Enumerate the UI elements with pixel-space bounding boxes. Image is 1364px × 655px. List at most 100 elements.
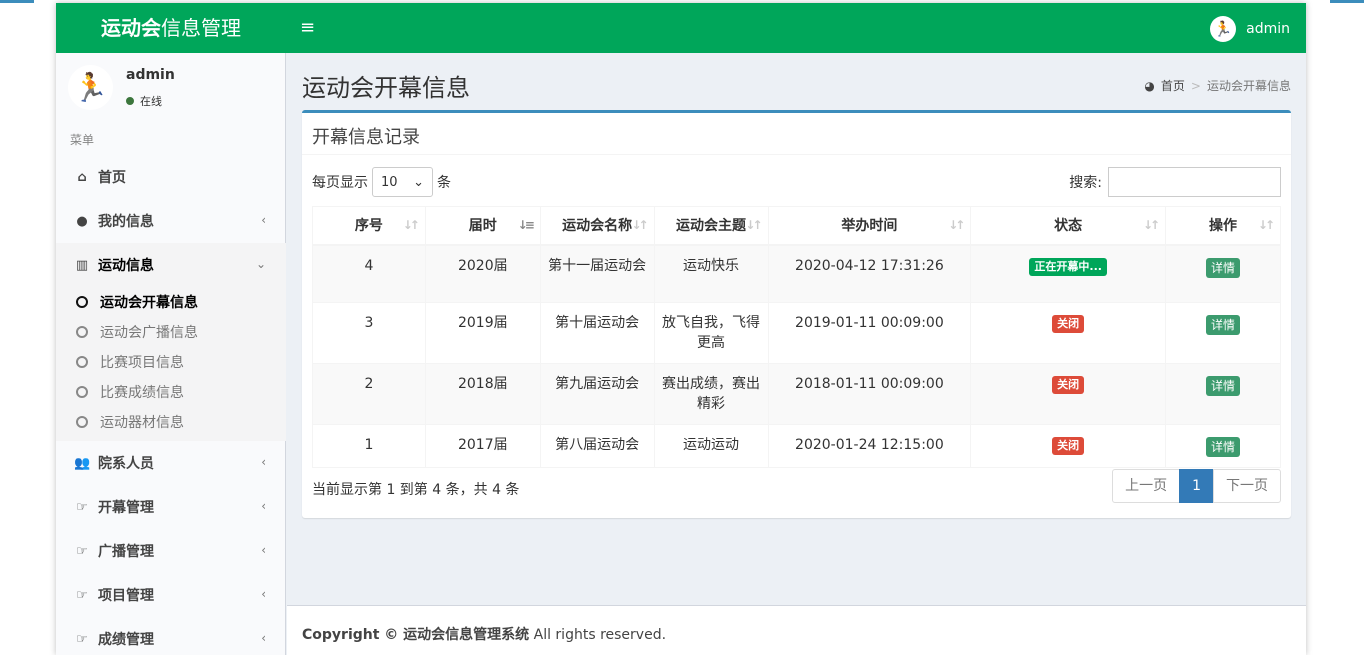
search-input[interactable] [1108,167,1281,197]
sidebar-item-event-management[interactable]: ☞ 项目管理 ‹ [56,573,286,617]
user-menu[interactable]: 🏃 admin [1210,16,1290,42]
submenu-item-event-info[interactable]: 比赛项目信息 [56,347,286,377]
chevron-down-icon: ⌄ [413,174,424,190]
next-page-button[interactable]: 下一页 [1213,469,1281,503]
sidebar-nav: ⌂ 首页 ● 我的信息 ‹ ▥ 运动信息 ⌄ 运动会开幕信息 运动会广播信息 比… [56,155,286,655]
sort-icon: ↓↑ [631,218,649,232]
breadcrumb: ◕ 首页 > 运动会开幕信息 [1144,77,1291,94]
page-length-select[interactable]: 10 ⌄ [372,167,433,197]
length-prefix: 每页显示 [312,175,368,191]
sidebar-item-department-staff[interactable]: 👥 院系人员 ‹ [56,441,286,485]
cell-time: 2019-01-11 00:09:00 [767,302,972,364]
column-header-theme[interactable]: 运动会主题 ↓↑ [653,206,769,246]
submenu-item-equipment-info[interactable]: 运动器材信息 [56,407,286,437]
cell-session: 2020届 [424,244,541,303]
cell-no: 3 [312,302,426,364]
column-header-no[interactable]: 序号 ↓↑ [312,206,426,246]
detail-button[interactable]: 详情 [1206,437,1241,457]
records-box: 开幕信息记录 每页显示 10 ⌄ 条 搜索: 序号 ↓↑ 届时 ↓≡ 运动会名称… [302,110,1291,518]
submenu-item-score-info[interactable]: 比赛成绩信息 [56,377,286,407]
sort-desc-icon: ↓≡ [517,218,535,232]
sort-icon: ↓↑ [745,218,762,232]
users-icon: 👥 [74,455,91,471]
cell-action: 详情 [1165,363,1281,425]
cell-name: 第十届运动会 [539,302,655,364]
chevron-left-icon: ‹ [261,587,266,601]
user-status-label: 在线 [140,95,162,108]
sort-icon: ↓↑ [402,218,420,232]
sidebar-item-opening-management[interactable]: ☞ 开幕管理 ‹ [56,485,286,529]
status-badge: 正在开幕中... [1029,257,1107,276]
chevron-down-icon: ⌄ [255,257,266,271]
cell-action: 详情 [1165,244,1281,303]
prev-page-button[interactable]: 上一页 [1112,469,1181,503]
detail-button[interactable]: 详情 [1206,376,1241,396]
search-control: 搜索: [1069,167,1281,197]
sidebar-item-label: 项目管理 [98,588,154,604]
sort-icon: ↓↑ [1257,218,1275,232]
hand-point-icon: ☞ [76,543,88,559]
header-username: admin [1246,21,1290,37]
top-accent-right [1330,0,1364,3]
table-row: 3 2019届 第十届运动会 放飞自我，飞得更高 2019-01-11 00:0… [312,302,1281,364]
chevron-left-icon: ‹ [261,499,266,513]
copyright-rest: All rights reserved. [529,627,667,643]
menu-header: 菜单 [70,133,95,147]
sort-icon: ↓↑ [948,218,965,232]
status-badge: 关闭 [1052,437,1085,455]
cell-theme: 运动快乐 [653,244,769,303]
content-area: 运动会开幕信息 ◕ 首页 > 运动会开幕信息 开幕信息记录 每页显示 10 ⌄ … [287,53,1306,605]
column-header-name[interactable]: 运动会名称 ↓↑ [539,206,655,246]
page-title: 运动会开幕信息 [302,74,470,102]
cell-theme: 运动运动 [653,424,769,468]
detail-button[interactable]: 详情 [1206,257,1241,278]
main-footer: Copyright © 运动会信息管理系统 All rights reserve… [287,605,1306,655]
bar-chart-icon: ▥ [75,257,89,273]
submenu-item-label: 比赛成绩信息 [100,385,184,401]
column-header-action[interactable]: 操作 ↓↑ [1165,206,1281,246]
records-table: 序号 ↓↑ 届时 ↓≡ 运动会名称 ↓↑ 运动会主题 ↓↑ 举办时间 ↓↑ 状态 ↓↑ 操作… [312,206,1281,468]
submenu-item-opening-info[interactable]: 运动会开幕信息 [56,287,286,317]
hand-point-icon: ☞ [76,631,88,647]
cell-status: 关闭 [970,363,1167,425]
column-header-label: 运动会主题 [676,218,747,235]
column-header-session[interactable]: 届时 ↓≡ [424,206,541,246]
sidebar-item-home[interactable]: ⌂ 首页 [56,155,286,199]
column-header-time[interactable]: 举办时间 ↓↑ [767,206,972,246]
sidebar-item-label: 开幕管理 [98,500,154,516]
sidebar-item-sports-info[interactable]: ▥ 运动信息 ⌄ [56,243,286,287]
submenu-item-broadcast-info[interactable]: 运动会广播信息 [56,317,286,347]
sidebar: 🏃 admin 在线 菜单 ⌂ 首页 ● 我的信息 ‹ ▥ 运动信息 ⌄ 运动会… [56,53,286,655]
user-avatar: 🏃 [68,65,113,110]
sidebar-username: admin [126,67,175,83]
page-1-button[interactable]: 1 [1179,469,1214,503]
sidebar-item-broadcast-management[interactable]: ☞ 广播管理 ‹ [56,529,286,573]
breadcrumb-separator: > [1190,78,1201,93]
cell-no: 2 [312,363,426,425]
sidebar-item-score-management[interactable]: ☞ 成绩管理 ‹ [56,617,286,655]
column-header-label: 操作 [1209,218,1238,235]
table-row: 1 2017届 第八届运动会 运动运动 2020-01-24 12:15:00 … [312,424,1281,468]
cell-name: 第八届运动会 [539,424,655,468]
column-header-status[interactable]: 状态 ↓↑ [970,206,1167,246]
breadcrumb-current: 运动会开幕信息 [1206,79,1291,93]
page-length-value: 10 [381,174,398,190]
cell-no: 1 [312,424,426,468]
status-badge: 关闭 [1052,376,1085,394]
submenu-item-label: 比赛项目信息 [100,355,184,371]
breadcrumb-home-link[interactable]: 首页 [1161,77,1185,94]
pagination: 上一页 1 下一页 [1112,469,1281,503]
user-status: 在线 [126,93,162,109]
detail-button[interactable]: 详情 [1206,315,1241,335]
logo[interactable]: 运动会信息管理 [56,3,286,53]
sidebar-item-my-info[interactable]: ● 我的信息 ‹ [56,199,286,243]
sidebar-item-label: 运动信息 [98,258,154,274]
circle-icon [76,356,88,368]
cell-time: 2020-01-24 12:15:00 [767,424,972,468]
column-header-label: 状态 [1054,218,1083,235]
cell-session: 2018届 [424,363,541,425]
logo-rest: 信息管理 [161,16,241,40]
sidebar-toggle-icon[interactable]: ≡ [300,17,315,38]
submenu-item-label: 运动会开幕信息 [100,295,198,311]
main-header: 运动会信息管理 ≡ 🏃 admin [56,3,1306,53]
